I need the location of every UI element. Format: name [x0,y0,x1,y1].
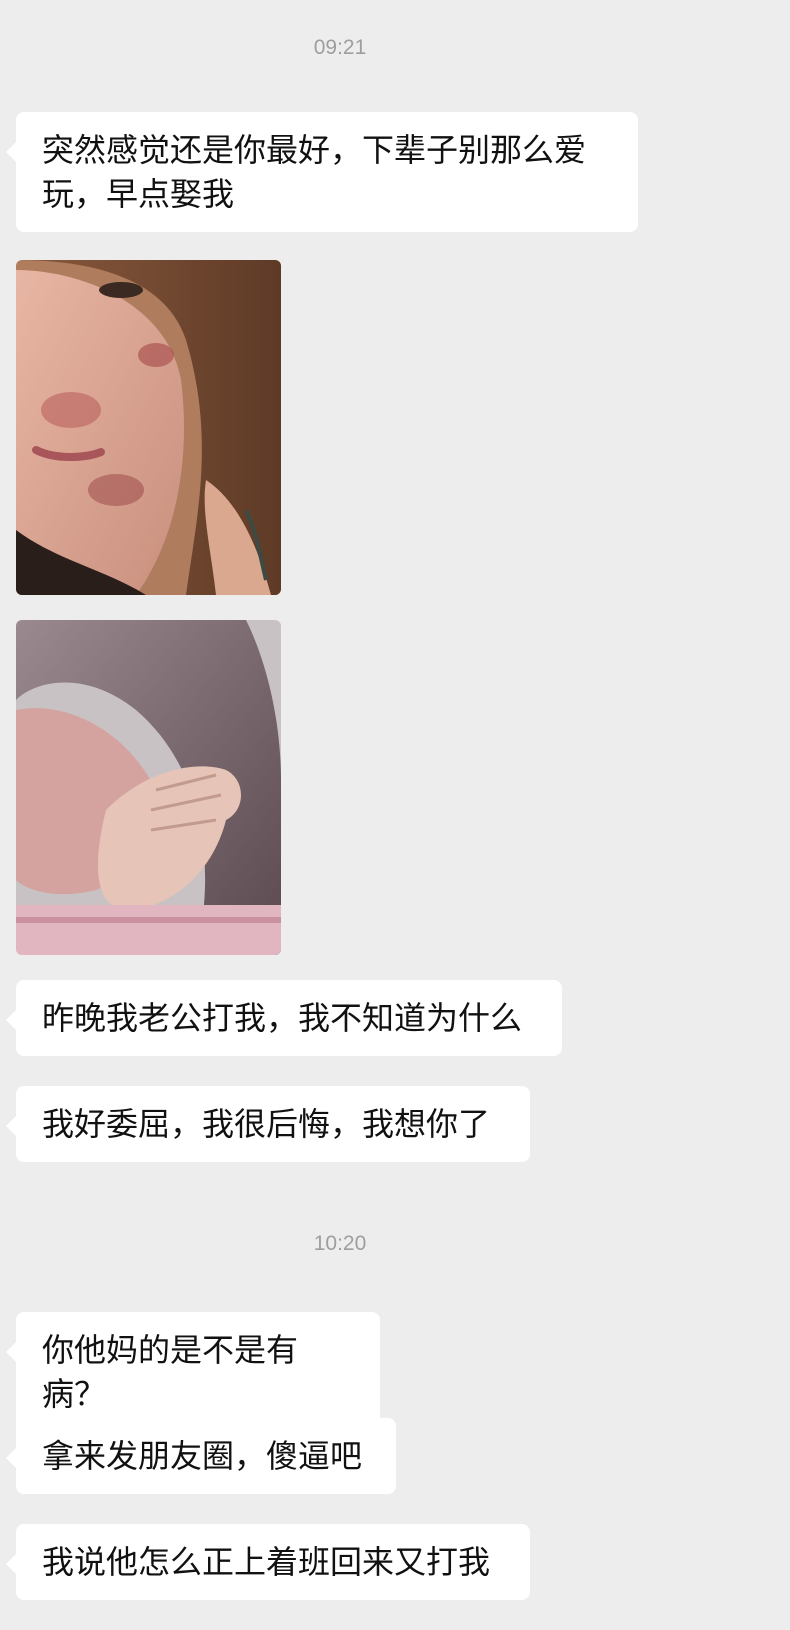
timestamp: 10:20 [313,1232,367,1255]
message-bubble[interactable]: 拿来发朋友圈，傻逼吧 [6,1418,396,1494]
message-text: 我说他怎么正上着班回来又打我 [42,1543,491,1581]
message-text: 拿来发朋友圈，傻逼吧 [42,1437,363,1475]
timestamp: 09:21 [313,36,367,59]
photo-selfie-icon [16,260,281,595]
message-bubble[interactable]: 昨晚我老公打我，我不知道为什么 [6,980,562,1056]
message-text: 昨晚我老公打我，我不知道为什么 [42,999,523,1037]
message-text: 突然感觉还是你最好，下辈子别那么爱玩，早点娶我 [42,131,587,213]
message-bubble[interactable]: 我好委屈，我很后悔，我想你了 [6,1086,530,1162]
message-bubble[interactable]: 你他妈的是不是有病？ [6,1312,380,1432]
message-text: 我好委屈，我很后悔，我想你了 [42,1105,491,1143]
image-message[interactable] [16,620,281,955]
message-text: 你他妈的是不是有病？ [42,1331,299,1413]
message-bubble[interactable]: 我说他怎么正上着班回来又打我 [6,1524,530,1600]
photo-covering-face-icon [16,620,281,955]
image-message[interactable] [16,260,281,595]
message-bubble[interactable]: 突然感觉还是你最好，下辈子别那么爱玩，早点娶我 [6,112,638,232]
